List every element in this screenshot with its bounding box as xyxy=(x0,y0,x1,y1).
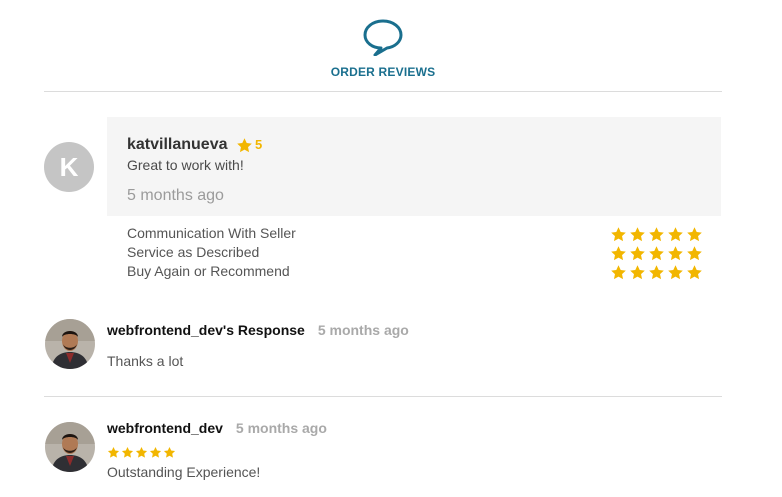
avatar[interactable] xyxy=(45,319,95,369)
star-icon xyxy=(611,227,626,242)
star-icon xyxy=(135,446,148,458)
star-icon xyxy=(687,246,702,261)
avatar[interactable] xyxy=(45,422,95,472)
divider xyxy=(44,91,722,92)
divider xyxy=(44,396,722,397)
reviewer-name[interactable]: katvillanueva xyxy=(127,136,228,154)
star-icon xyxy=(687,227,702,242)
star-icon xyxy=(649,227,664,242)
category-label: Buy Again or Recommend xyxy=(127,263,290,279)
response-header: webfrontend_dev's Response 5 months ago xyxy=(107,322,409,338)
review-stars xyxy=(107,446,176,459)
star-icon xyxy=(121,446,134,458)
category-stars xyxy=(610,264,703,281)
star-icon xyxy=(611,246,626,261)
review-text: Outstanding Experience! xyxy=(107,464,261,480)
star-icon xyxy=(149,446,162,458)
page-title: ORDER REVIEWS xyxy=(330,65,436,79)
category-label: Service as Described xyxy=(127,244,260,260)
category-stars xyxy=(610,245,703,262)
response-timestamp: 5 months ago xyxy=(317,322,409,338)
star-icon xyxy=(668,265,683,280)
star-icon xyxy=(630,265,645,280)
star-icon xyxy=(668,227,683,242)
speech-bubble-icon xyxy=(362,18,404,57)
category-stars xyxy=(610,226,703,243)
reviewer-name[interactable]: webfrontend_dev xyxy=(107,420,223,436)
star-icon xyxy=(236,137,253,154)
star-icon xyxy=(649,265,664,280)
star-icon xyxy=(630,246,645,261)
response-text: Thanks a lot xyxy=(107,353,184,369)
category-label: Communication With Seller xyxy=(127,225,296,241)
review-text: Great to work with! xyxy=(127,157,244,173)
review-timestamp: 5 months ago xyxy=(235,420,327,436)
rating-value: 5 xyxy=(255,137,263,152)
star-icon xyxy=(163,446,176,458)
star-icon xyxy=(611,265,626,280)
star-icon xyxy=(687,265,702,280)
star-icon xyxy=(668,246,683,261)
review-timestamp: 5 months ago xyxy=(127,187,224,204)
star-icon xyxy=(649,246,664,261)
response-author[interactable]: webfrontend_dev's Response xyxy=(107,322,305,338)
star-icon xyxy=(630,227,645,242)
avatar[interactable]: K xyxy=(44,142,94,192)
star-icon xyxy=(107,446,120,458)
review-header: webfrontend_dev 5 months ago xyxy=(107,420,327,436)
